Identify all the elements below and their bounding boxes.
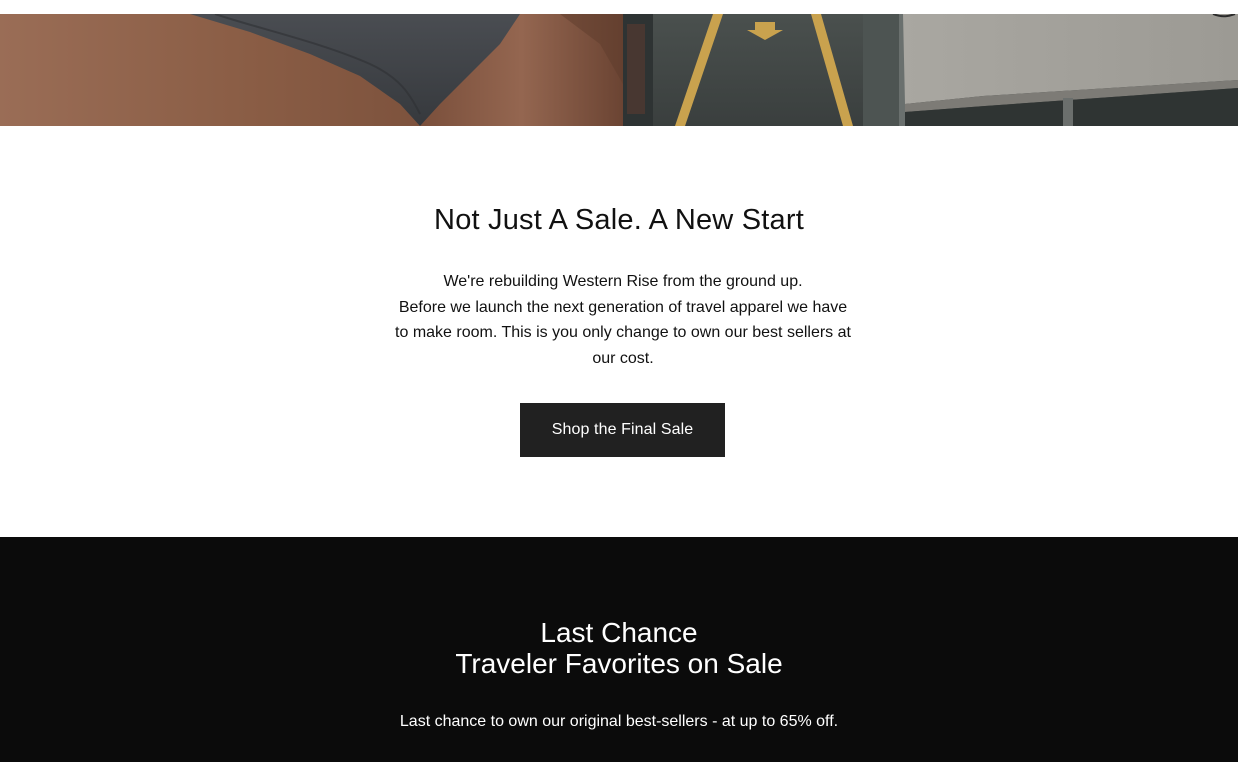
intro-body-line: We're rebuilding Western Rise from the g… [443, 273, 803, 290]
hero-photo-left [0, 14, 623, 126]
last-chance-title-line: Traveler Favorites on Sale [455, 648, 783, 679]
last-chance-subtitle: Last chance to own our original best-sel… [399, 713, 839, 730]
shop-final-sale-button[interactable]: Shop the Final Sale [520, 403, 725, 457]
intro-body-line: Before we launch the next generation of … [398, 298, 848, 316]
last-chance-section: Last Chance Traveler Favorites on Sale L… [0, 537, 1238, 762]
intro-title: Not Just A Sale. A New Start [434, 204, 804, 236]
last-chance-title: Last Chance Traveler Favorites on Sale [0, 617, 1238, 679]
intro-section: Not Just A Sale. A New Start We're rebui… [0, 126, 1238, 537]
hero-top-margin [0, 0, 1238, 14]
intro-body-line: our cost. [592, 350, 654, 368]
intro-body-line: to make room. This is you only change to… [395, 324, 851, 342]
last-chance-title-line: Last Chance [540, 617, 698, 648]
hero-image-strip [0, 0, 1238, 126]
intro-body: We're rebuilding Western Rise from the g… [389, 269, 857, 372]
hero-photo-right [623, 14, 1238, 126]
